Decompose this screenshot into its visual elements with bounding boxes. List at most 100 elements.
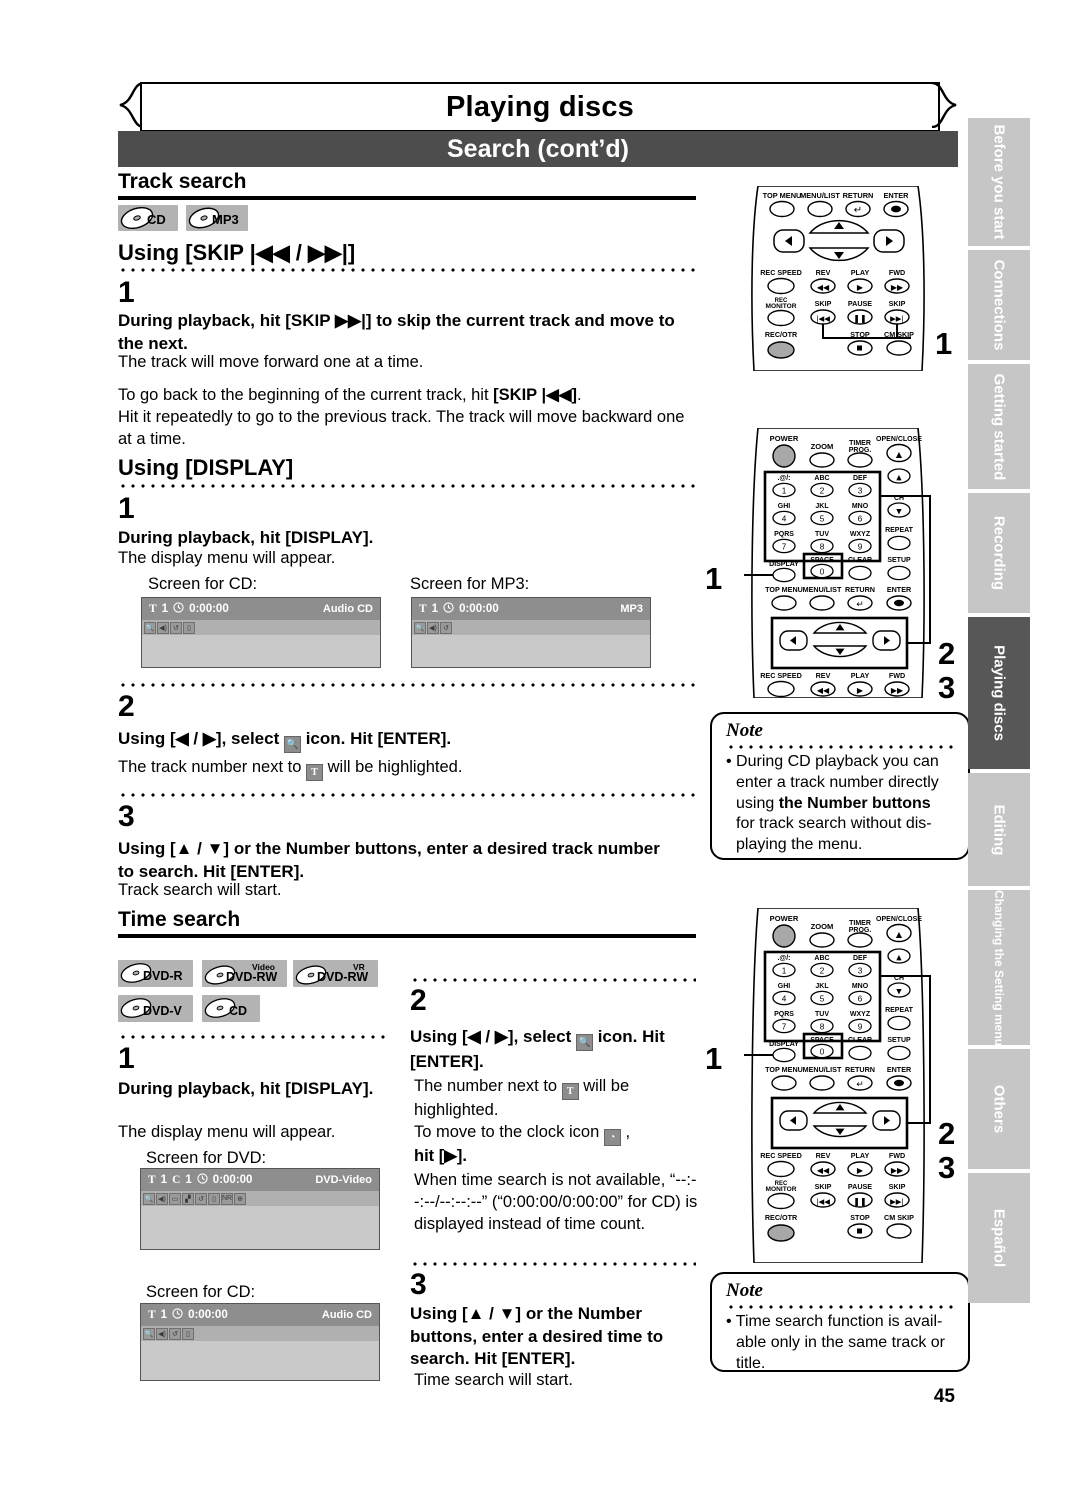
- note-divider-dots: [726, 745, 956, 749]
- display-step3-bold: Using [▲ / ▼] or the Number buttons, ent…: [118, 839, 660, 881]
- sidebar-tab-espanol[interactable]: Español: [968, 1173, 1030, 1303]
- time-value: 0:00:00: [188, 1309, 228, 1321]
- svg-text:TOP MENU: TOP MENU: [765, 585, 803, 594]
- tab-label: Editing: [990, 804, 1008, 855]
- badge-dvd-rw-vr: VR DVD-RW: [293, 960, 378, 987]
- svg-text:▶: ▶: [857, 686, 864, 695]
- svg-text:REPEAT: REPEAT: [885, 527, 914, 534]
- callout-number: 2: [938, 636, 956, 671]
- svg-text:PQRS: PQRS: [774, 1011, 794, 1018]
- sidebar-tab-others[interactable]: Others: [968, 1049, 1030, 1169]
- svg-text:|◀◀: |◀◀: [816, 1197, 830, 1206]
- svg-text:▶▶: ▶▶: [891, 283, 904, 292]
- time-step3-bold: Using [▲ / ▼] or the Number buttons, ent…: [410, 1304, 664, 1369]
- svg-text:▲: ▲: [896, 450, 903, 459]
- step-number: 2: [118, 690, 135, 723]
- zoom-icon: ⊕: [234, 1192, 246, 1205]
- note-box-track-search: Note • During CD playback you can enter …: [710, 712, 970, 860]
- svg-text:▶: ▶: [857, 283, 864, 292]
- t-step2-t1b: will be: [583, 1077, 630, 1095]
- svg-text:TUV: TUV: [815, 531, 829, 538]
- title-glyph: T: [148, 1309, 156, 1321]
- svg-text:REC/OTR: REC/OTR: [765, 1213, 798, 1222]
- time-step3-text: Time search will start.: [414, 1371, 573, 1389]
- t-step2-bold-a: Using [◀ / ▶], select: [410, 1027, 572, 1046]
- step-number: 2: [410, 984, 427, 1017]
- title-glyph: T: [149, 603, 157, 615]
- svg-text:↵: ↵: [856, 600, 864, 610]
- callout-number: 1: [935, 326, 953, 361]
- svg-text:▼: ▼: [896, 507, 902, 515]
- time-value: 0:00:00: [459, 603, 499, 615]
- remote-diagram-top: TOP MENU MENU/LIST RETURN ENTER ↵ REC SP…: [744, 186, 934, 371]
- svg-text:4: 4: [782, 994, 787, 1003]
- divider-dots: [118, 484, 696, 488]
- svg-text:▼: ▼: [896, 987, 902, 995]
- page-number: 45: [933, 1386, 955, 1407]
- search-icon: 🔍: [414, 621, 426, 634]
- display-step1-text: The display menu will appear.: [118, 549, 336, 567]
- search-icon: 🔍: [143, 1327, 155, 1340]
- svg-text:STOP: STOP: [850, 1213, 870, 1222]
- svg-text:↵: ↵: [854, 205, 862, 216]
- sidebar-tab-getting-started[interactable]: Getting started: [968, 364, 1030, 489]
- step-number: 3: [118, 800, 135, 833]
- svg-text:SPACE: SPACE: [810, 1037, 834, 1044]
- divider-dots: [118, 793, 696, 797]
- svg-text:1: 1: [782, 966, 787, 975]
- svg-text:PLAY: PLAY: [851, 1151, 870, 1160]
- clock-icon: [173, 602, 184, 616]
- svg-text:◀◀: ◀◀: [817, 283, 830, 292]
- svg-text:PLAY: PLAY: [851, 268, 870, 277]
- using-display-subheading: Using [DISPLAY]: [118, 455, 294, 480]
- title-glyph: T: [419, 603, 427, 615]
- step2-text-a: The track number next to: [118, 758, 302, 776]
- osd-icon-row: 🔍 ◀) ↺ ▯: [142, 620, 380, 635]
- tab-label: Others: [990, 1084, 1008, 1134]
- skip-step1-text3: Hit it repeatedly to go to the previous …: [118, 408, 685, 448]
- svg-text:DVD-RW: DVD-RW: [317, 970, 368, 984]
- sidebar-tab-playing-discs[interactable]: Playing discs: [968, 617, 1030, 769]
- sidebar-tab-changing-the-setting-menu[interactable]: Changing the Setting menu: [968, 890, 1030, 1046]
- sidebar-tab-recording[interactable]: Recording: [968, 493, 1030, 613]
- svg-text:▶▶: ▶▶: [891, 1166, 904, 1175]
- time-step1-text: The display menu will appear.: [118, 1123, 336, 1141]
- skip-step1-text2b: [SKIP |◀◀]: [493, 386, 577, 404]
- section-subtitle-bar: Search (cont’d): [118, 131, 958, 167]
- svg-text:0: 0: [820, 1047, 825, 1056]
- time-search-rule: [118, 934, 696, 938]
- t-step2-t1c: highlighted.: [414, 1101, 499, 1119]
- audio-icon: ◀): [156, 1192, 168, 1205]
- sidebar-tab-editing[interactable]: Editing: [968, 773, 1030, 886]
- svg-text:SETUP: SETUP: [887, 557, 911, 564]
- time-step2-text1: The number next to T will be highlighted…: [414, 1076, 698, 1122]
- osd-screen-dvd: T 1 C 1 0:00:00 DVD-Video 🔍 ◀) ▭ ▞ ↺ ▯ N…: [140, 1168, 380, 1250]
- display-step2-bold: Using [◀ / ▶], select 🔍 icon. Hit [ENTER…: [118, 728, 680, 753]
- chapter-number: 1: [185, 1174, 192, 1186]
- disc-type-label: Audio CD: [322, 603, 373, 615]
- title-number: 1: [160, 1309, 168, 1321]
- sidebar-tab-before-you-start[interactable]: Before you start: [968, 118, 1030, 246]
- svg-text:SKIP: SKIP: [815, 1182, 832, 1191]
- svg-text:PQRS: PQRS: [774, 531, 794, 538]
- svg-text:MENU/LIST: MENU/LIST: [800, 191, 840, 200]
- callout-number: 3: [938, 1150, 956, 1185]
- section-subtitle: Search (cont’d): [447, 134, 629, 163]
- remote-diagram-mid: POWER ZOOM TIMER PROG. OPEN/CLOSE ▲ .@/:…: [744, 428, 934, 698]
- svg-text:8: 8: [820, 542, 825, 551]
- osd-header: T 1 0:00:00 Audio CD: [141, 1304, 379, 1326]
- svg-text:REV: REV: [816, 671, 831, 680]
- svg-text:ABC: ABC: [814, 475, 829, 482]
- track-search-heading: Track search: [118, 170, 247, 193]
- osd-icon-row: 🔍 ◀) ↺ ▯: [141, 1326, 379, 1341]
- badge-cd: CD: [118, 205, 178, 231]
- note-body: • Time search function is avail- able on…: [726, 1312, 962, 1374]
- svg-text:CD: CD: [147, 212, 166, 227]
- sidebar-tab-connections[interactable]: Connections: [968, 250, 1030, 360]
- clock-icon: [197, 1173, 208, 1187]
- svg-text:TOP MENU: TOP MENU: [763, 191, 802, 200]
- svg-text:DEF: DEF: [853, 955, 868, 962]
- svg-text:7: 7: [782, 1022, 787, 1031]
- svg-text:TIMER: TIMER: [849, 440, 871, 447]
- svg-text:DVD-R: DVD-R: [143, 969, 183, 983]
